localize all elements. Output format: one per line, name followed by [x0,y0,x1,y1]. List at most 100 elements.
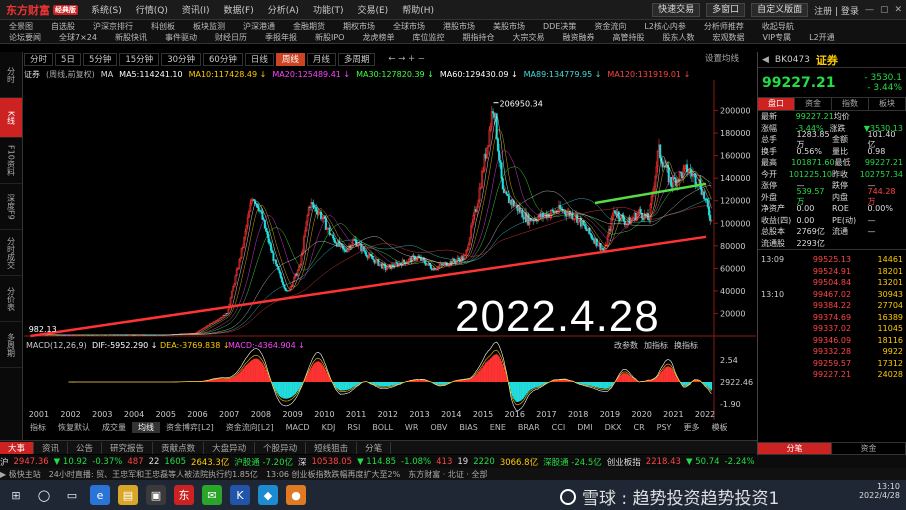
menu-item[interactable]: 功能(T) [306,6,351,16]
nav2-item[interactable]: 全球7×24 [50,32,106,43]
side-tab[interactable]: F10资料 [0,138,22,184]
indicator-tab[interactable]: RSI [341,423,366,432]
app-icon-orange[interactable]: ● [286,485,306,505]
period-tab[interactable]: 分时 [24,52,54,66]
indicator-tab[interactable]: BOLL [366,423,399,432]
app-icon-k[interactable]: K [230,485,250,505]
nav1-item[interactable]: 板块监测 [184,21,234,32]
nav1-item[interactable]: 科创板 [142,21,184,32]
side-tab[interactable]: 分时成交 [0,230,22,276]
info-tab[interactable]: 个股异动 [255,441,307,454]
info-tab[interactable]: 资讯 [34,441,69,454]
nav2-item[interactable]: 龙虎榜单 [353,32,403,43]
maximize-icon[interactable]: ▢ [880,5,889,15]
period-tab[interactable]: 5日 [55,52,81,66]
indicator-tab[interactable]: 均线 [132,421,160,433]
indicator-tab[interactable]: 指标 [24,422,52,433]
period-tab[interactable]: 月线 [306,52,336,66]
multi-window-button[interactable]: 多窗口 [706,3,746,17]
nav2-item[interactable]: 新股快讯 [106,32,156,43]
nav2-item[interactable]: 融资融券 [553,32,603,43]
indicator-tab[interactable]: 资金流向[L2] [220,422,280,433]
nav2-item[interactable]: 事件驱动 [156,32,206,43]
nav1-item[interactable]: 沪深港通 [234,21,284,32]
nav2-item[interactable]: 股东人数 [653,32,703,43]
info-tab[interactable]: 分笔 [357,441,392,454]
close-icon[interactable]: ✕ [894,5,902,15]
indicator-tab[interactable]: BIAS [453,423,483,432]
nav1-item[interactable]: 全球市场 [384,21,434,32]
quote-tab[interactable]: 板块 [869,98,906,110]
task-view-icon[interactable]: ▭ [62,485,82,505]
wechat-icon[interactable]: ✉ [202,485,222,505]
app-icon-blue[interactable]: ◆ [258,485,278,505]
nav1-item[interactable]: 分析师推荐 [695,21,753,32]
menu-item[interactable]: 资讯(I) [175,6,217,16]
nav2-item[interactable]: 期指持仓 [453,32,503,43]
custom-layout-button[interactable]: 自定义版面 [751,3,809,17]
nav2-item[interactable]: L2开通 [800,32,844,43]
quote-tab[interactable]: 指数 [832,98,869,110]
browser-icon[interactable]: e [90,485,110,505]
period-tab[interactable]: 30分钟 [161,52,202,66]
kline-chart[interactable]: 200000 180000 160000 140000 120000 100000 8000… [24,80,756,420]
nav2-item[interactable]: 大宗交易 [503,32,553,43]
nav2-item[interactable]: VIP专属 [753,32,800,43]
minimize-icon[interactable]: — [865,5,874,15]
info-tab[interactable]: 大盘异动 [204,441,256,454]
nav2-item[interactable]: 高管持股 [603,32,653,43]
indicator-tab[interactable]: BRAR [512,423,546,432]
nav2-item[interactable]: 财经日历 [206,32,256,43]
menu-item[interactable]: 分析(A) [261,6,306,16]
indicator-tab[interactable]: 资金博弈[L2] [160,422,220,433]
quick-trade-button[interactable]: 快速交易 [652,3,701,17]
nav1-item[interactable]: DDE决策 [534,21,585,32]
period-tab[interactable]: 5分钟 [82,52,118,66]
menu-item[interactable]: 交易(E) [350,6,395,16]
side-tab[interactable]: 分价表 [0,276,22,322]
menu-item[interactable]: 行情(Q) [129,6,175,16]
quote-tab[interactable]: 资金 [795,98,832,110]
indicator-tab[interactable]: DKX [599,423,628,432]
quote-bottom-tab[interactable]: 分笔 [758,443,832,454]
indicator-tab[interactable]: CR [628,423,651,432]
period-tab[interactable]: 15分钟 [119,52,160,66]
store-icon[interactable]: ▣ [146,485,166,505]
info-tab[interactable]: 短线狙击 [306,441,358,454]
indicator-tab[interactable]: CCI [546,423,572,432]
nav1-item[interactable]: 金融期货 [284,21,334,32]
indicator-tab[interactable]: PSY [651,423,678,432]
indicator-tab[interactable]: 恢复默认 [52,422,96,433]
nav2-item[interactable]: 宏观数据 [703,32,753,43]
nav2-item[interactable]: 季报年报 [256,32,306,43]
nav1-item[interactable]: 港股市场 [434,21,484,32]
menu-item[interactable]: 帮助(H) [395,6,441,16]
nav1-item[interactable]: L2核心内参 [635,21,695,32]
quote-tab[interactable]: 盘口 [758,98,795,110]
info-tab[interactable]: 研究报告 [102,441,154,454]
nav2-item[interactable]: 论坛要闻 [0,32,50,43]
nav1-item[interactable]: 自选股 [42,21,84,32]
nav1-item[interactable]: 沪深京排行 [84,21,142,32]
search-icon[interactable]: ◯ [34,485,54,505]
macd-option-link[interactable]: 换指标 [674,340,698,350]
nav1-item[interactable]: 期权市场 [334,21,384,32]
quote-bottom-tab[interactable]: 资金 [832,443,906,454]
period-tab[interactable]: 60分钟 [203,52,243,66]
side-tab[interactable]: 分时 [0,52,22,98]
nav2-item[interactable]: 新股IPO [306,32,353,43]
indicator-tab[interactable]: MACD [280,423,316,432]
side-tab[interactable]: K线 [0,98,22,138]
indicator-tab[interactable]: 更多 [677,422,705,433]
menu-item[interactable]: 系统(S) [84,6,129,16]
eastmoney-taskbar-icon[interactable]: 东 [174,485,194,505]
nav1-item[interactable]: 资金流向 [585,21,635,32]
nav2-item[interactable]: 库位监控 [403,32,453,43]
indicator-tab[interactable]: ENE [484,423,512,432]
nav1-item[interactable]: 全景图 [0,21,42,32]
period-tab[interactable]: 日线 [244,52,274,66]
period-tab[interactable]: 多周期 [337,52,376,66]
indicator-tab[interactable]: KDJ [316,423,342,432]
windows-start-icon[interactable]: ⊞ [6,485,26,505]
info-tab[interactable]: 公告 [68,441,103,454]
